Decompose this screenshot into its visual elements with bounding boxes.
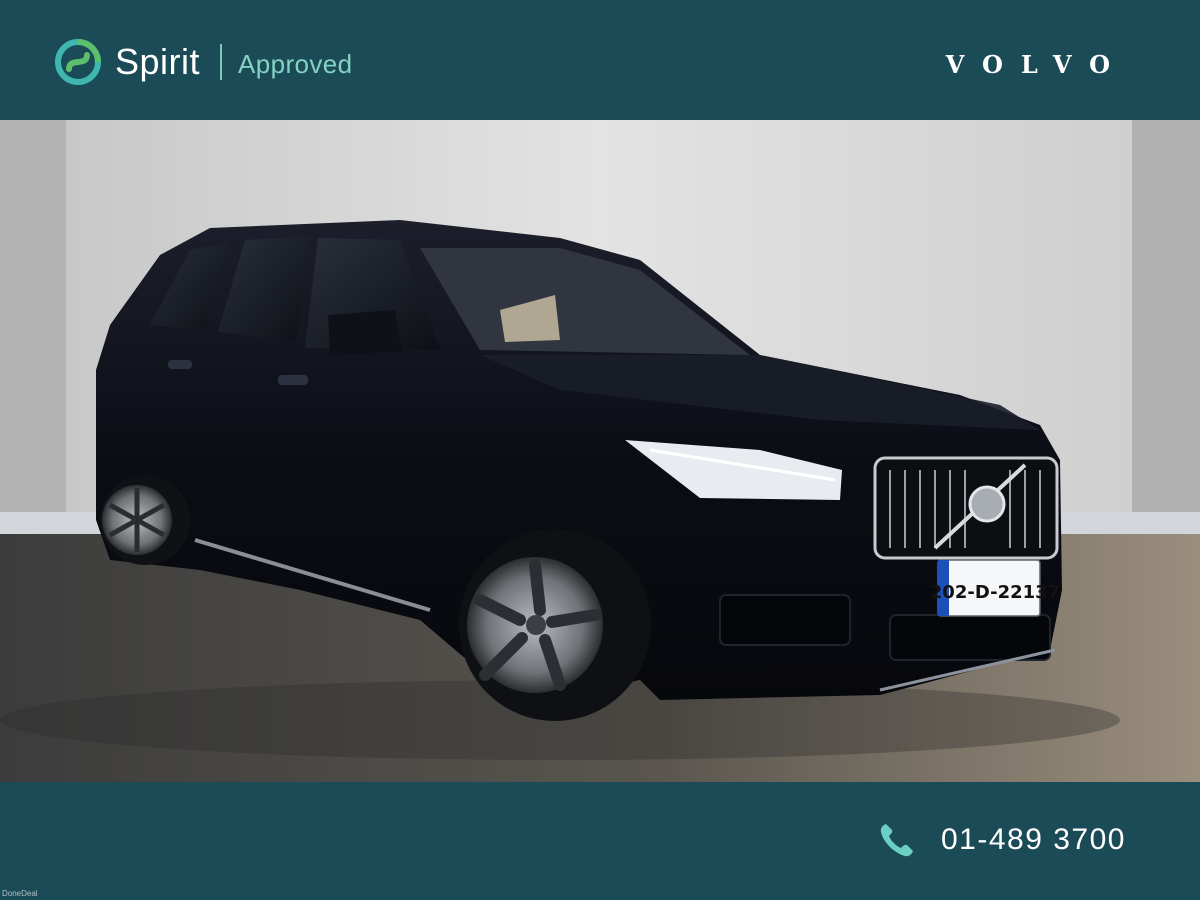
plate-number: 202-D-22137 [930,582,1060,603]
registration-plate: 202-D-22137 [930,559,1060,617]
dealer-phone[interactable]: 01-489 3700 [877,820,1126,860]
brand-divider [220,44,223,80]
header-banner: Spirit Approved VOLVO [0,0,1200,120]
dealer-brand: Spirit Approved [55,36,353,88]
brand-name: Spirit [115,41,201,82]
spirit-logo-icon [55,39,101,85]
brand-subtitle: Approved [238,48,353,79]
volvo-wordmark: VOLVO [945,50,1128,79]
phone-number[interactable]: 01-489 3700 [941,823,1126,857]
vehicle-photo: 202-D-22137 [0,120,1200,782]
footer-banner: 01-489 3700 DoneDeal [0,782,1200,900]
phone-icon [880,824,913,857]
donedeal-watermark: DoneDeal [2,889,38,898]
